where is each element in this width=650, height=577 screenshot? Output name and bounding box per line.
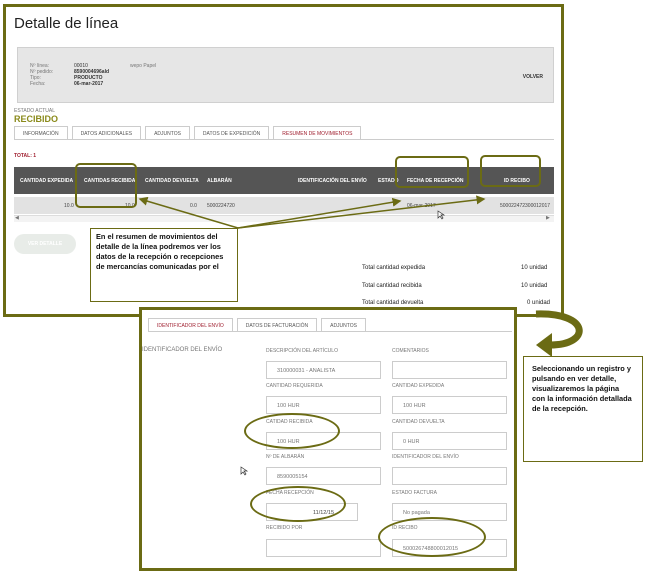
tab-identificador-envio[interactable]: IDENTIFICADOR DEL ENVÍO <box>148 318 233 332</box>
expedida-label: CANTIDAD EXPEDIDA <box>392 383 445 389</box>
recibido-por-field[interactable] <box>266 539 381 557</box>
pointer-cursor-icon <box>240 466 248 476</box>
albaran-field[interactable]: 8590005154 <box>266 467 381 485</box>
identificador-label: IDENTIFICADOR DEL ENVÍO <box>392 454 459 460</box>
callout-resumen-movimientos: En el resumen de movimientos del detalle… <box>90 228 238 302</box>
highlight-fecha-recepcion <box>250 486 346 522</box>
tab-divider <box>148 331 512 332</box>
tab-datos-facturacion[interactable]: DATOS DE FACTURACIÓN <box>236 318 318 332</box>
tab-adjuntos[interactable]: ADJUNTOS <box>321 318 366 332</box>
highlight-cantidad-recibida <box>244 413 340 449</box>
curved-arrow-icon <box>535 310 583 357</box>
comentarios-field[interactable] <box>392 361 507 379</box>
section-title: IDENTIFICADOR DEL ENVÍO <box>142 347 223 353</box>
callout-ver-detalle: Seleccionando un registro y pulsando en … <box>523 356 643 462</box>
devuelta-label: CANTIDAD DEVUELTA <box>392 419 445 425</box>
comentarios-label: COMENTARIOS <box>392 348 429 354</box>
identificador-field[interactable] <box>392 467 507 485</box>
shipment-tabs: IDENTIFICADOR DEL ENVÍO DATOS DE FACTURA… <box>148 318 366 332</box>
estado-factura-label: ESTADO FACTURA <box>392 490 437 496</box>
descripcion-field[interactable]: 310000031 - ANALISTA <box>266 361 381 379</box>
expedida-field[interactable]: 100 HUR <box>392 396 507 414</box>
highlight-id-recibo <box>378 517 486 557</box>
descripcion-label: DESCRIPCIÓN DEL ARTÍCULO <box>266 348 338 354</box>
requerida-label: CANTIDAD REQUERIDA <box>266 383 323 389</box>
albaran-label: Nº DE ALBARÁN <box>266 454 305 460</box>
recibido-por-label: RECIBIDO POR <box>266 525 303 531</box>
requerida-field[interactable]: 100 HUR <box>266 396 381 414</box>
devuelta-field[interactable]: 0 HUR <box>392 432 507 450</box>
